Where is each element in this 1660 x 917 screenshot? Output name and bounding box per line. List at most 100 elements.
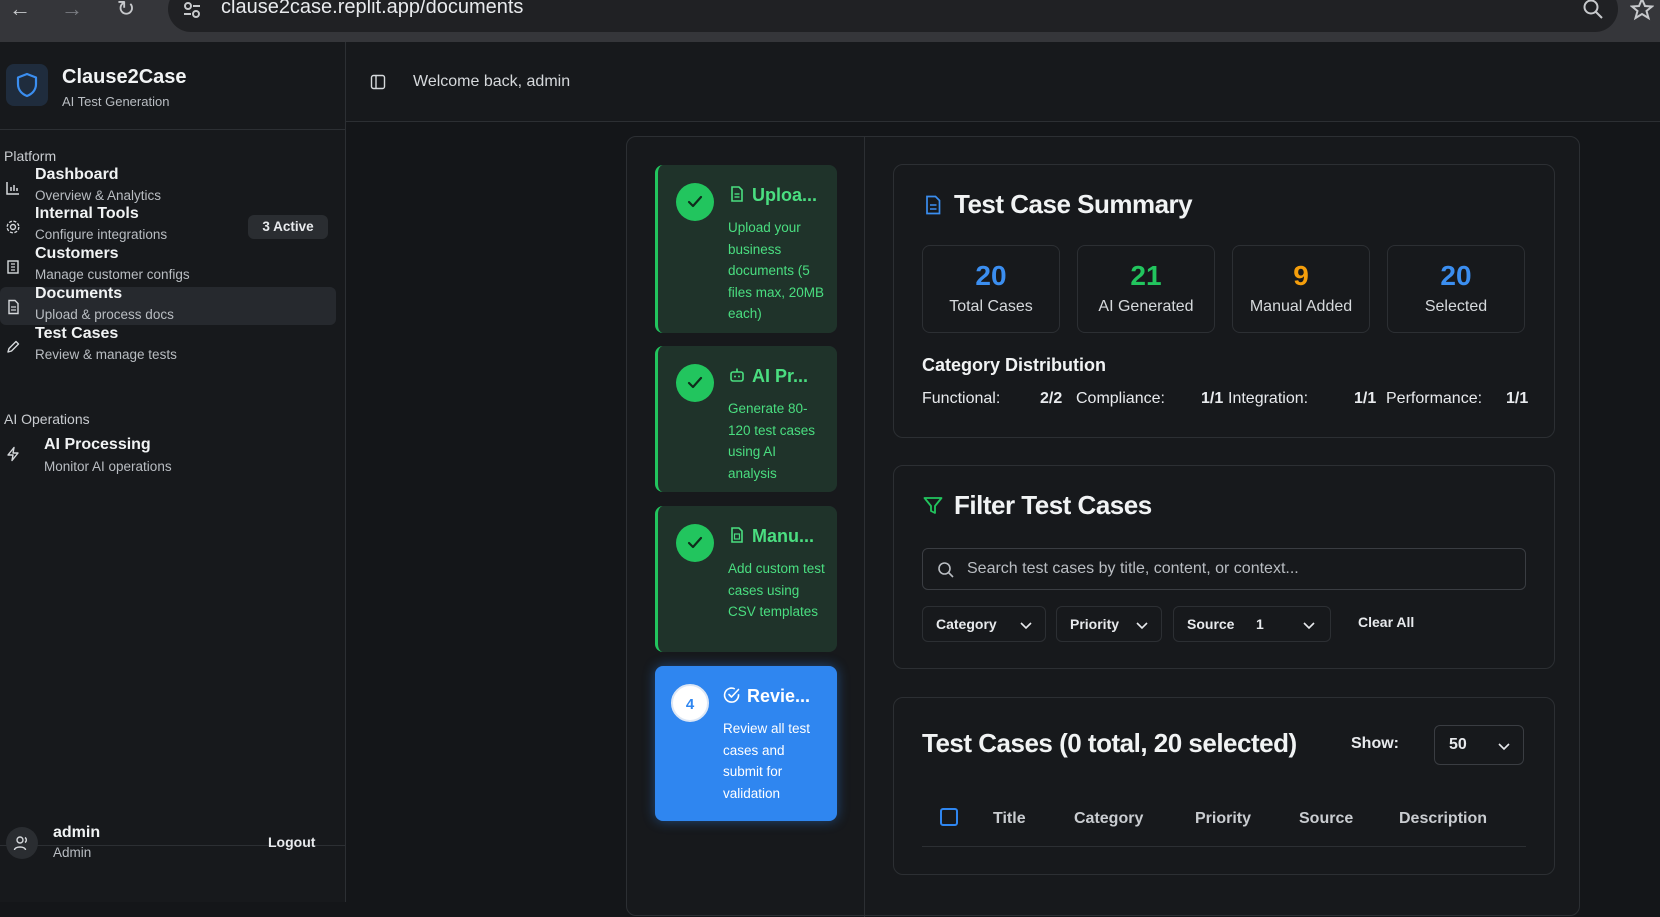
stat-selected: 20 Selected (1387, 245, 1525, 333)
users-icon (13, 836, 27, 851)
sidebar-item-desc: Manage customer configs (35, 267, 190, 282)
top-header: Welcome back, admin (346, 42, 1660, 122)
step-manual[interactable]: Manu... Add custom test cases using CSV … (655, 506, 837, 652)
divider (0, 129, 345, 130)
stat-value: 20 (1440, 260, 1472, 291)
sidebar: Clause2Case AI Test Generation Platform … (0, 42, 346, 902)
url-text[interactable]: clause2case.replit.app/documents (221, 0, 523, 19)
step-title: Revie... (723, 686, 810, 707)
step-description: Upload your business documents (5 files … (728, 220, 825, 321)
sidebar-item-title: Customers (35, 245, 119, 262)
sidebar-toggle-icon[interactable] (370, 74, 386, 90)
reload-icon[interactable]: ↻ (112, 0, 140, 22)
clear-all-button[interactable]: Clear All (1358, 614, 1414, 630)
gear-icon (6, 220, 20, 234)
source-dropdown[interactable]: Source 1 (1173, 606, 1331, 642)
user-role: Admin (53, 845, 92, 860)
section-label-platform: Platform (4, 148, 57, 164)
select-all-checkbox[interactable] (940, 808, 958, 826)
step-upload[interactable]: Uploa... Upload your business documents … (655, 165, 837, 333)
forward-arrow-icon[interactable]: → (58, 0, 86, 22)
back-arrow-icon[interactable]: ← (6, 0, 34, 22)
bot-icon (730, 368, 744, 382)
chevron-down-icon (1020, 622, 1032, 630)
dropdown-label: Category (936, 616, 997, 632)
section-label-ai-operations: AI Operations (4, 411, 90, 427)
check-circle-icon (723, 687, 740, 703)
card-title: Filter Test Cases (922, 490, 1152, 521)
steps-column: Uploa... Upload your business documents … (627, 137, 865, 917)
chevron-down-icon (1136, 622, 1148, 630)
step-description: Add custom test cases using CSV template… (728, 561, 825, 619)
user-name: admin (53, 824, 101, 841)
welcome-text: Welcome back, admin (413, 73, 571, 90)
column-header-description[interactable]: Description (1399, 810, 1487, 828)
sidebar-item-desc: Upload & process docs (35, 307, 174, 322)
step-number: 4 (671, 684, 709, 722)
bookmark-star-icon[interactable] (1630, 0, 1654, 21)
sidebar-item-title: AI Processing (44, 436, 151, 453)
step-title: Uploa... (728, 185, 817, 206)
step-title: AI Pr... (728, 366, 808, 387)
summary-title-text: Test Case Summary (954, 189, 1193, 219)
shield-icon (16, 72, 38, 98)
search-box[interactable] (922, 548, 1526, 590)
sidebar-item-customers[interactable]: Customers Manage customer configs (0, 245, 336, 285)
column-header-category[interactable]: Category (1074, 810, 1143, 828)
step-ai-processing[interactable]: AI Pr... Generate 80-120 test cases usin… (655, 346, 837, 492)
stat-label: Selected (1424, 298, 1488, 315)
stat-ai-generated: 21 AI Generated (1077, 245, 1215, 333)
pencil-icon (7, 340, 20, 353)
site-info-icon[interactable] (180, 0, 204, 22)
distribution-value: 1/1 (1506, 390, 1529, 407)
sidebar-item-title: Dashboard (35, 166, 119, 183)
sidebar-item-title: Documents (35, 285, 123, 302)
spreadsheet-icon (731, 527, 743, 543)
step-description: Review all test cases and submit for val… (723, 721, 811, 801)
filter-card: Filter Test Cases Category Priority Sour… (893, 465, 1555, 669)
table-header-divider (922, 846, 1526, 847)
sidebar-item-documents[interactable]: Documents Upload & process docs (0, 285, 336, 325)
distribution-label: Performance: (1386, 390, 1483, 407)
stat-manual-added: 9 Manual Added (1232, 245, 1370, 333)
sidebar-item-dashboard[interactable]: Dashboard Overview & Analytics (0, 166, 336, 206)
sidebar-item-ai-processing[interactable]: AI Processing Monitor AI operations (0, 428, 336, 474)
column-header-source[interactable]: Source (1299, 810, 1353, 828)
chevron-down-icon (1303, 622, 1315, 630)
stat-label: AI Generated (1098, 298, 1194, 315)
sidebar-item-title: Internal Tools (35, 205, 139, 222)
step-complete-indicator (676, 364, 714, 402)
bar-chart-icon (6, 182, 19, 195)
column-header-priority[interactable]: Priority (1195, 810, 1251, 828)
sidebar-item-desc: Monitor AI operations (44, 459, 172, 474)
table-title: Test Cases (0 total, 20 selected) (922, 728, 1297, 758)
step-complete-indicator (676, 524, 714, 562)
brand-title: Clause2Case (62, 66, 187, 88)
chevron-down-icon (1498, 743, 1510, 751)
column-header-title[interactable]: Title (993, 810, 1026, 828)
sidebar-item-desc: Overview & Analytics (35, 188, 162, 203)
stat-value: 20 (975, 260, 1007, 291)
sidebar-item-test-cases[interactable]: Test Cases Review & manage tests (0, 325, 336, 365)
checkmark-icon (687, 376, 703, 389)
page-size-select[interactable]: 50 (1434, 725, 1524, 765)
page-size-value: 50 (1449, 736, 1467, 753)
stat-label: Manual Added (1249, 298, 1353, 315)
step-complete-indicator (676, 183, 714, 221)
category-dropdown[interactable]: Category (922, 606, 1046, 642)
document-icon (731, 186, 743, 202)
sidebar-item-internal-tools[interactable]: Internal Tools Configure integrations 3 … (0, 205, 336, 245)
zoom-icon[interactable] (1582, 0, 1604, 20)
priority-dropdown[interactable]: Priority (1056, 606, 1162, 642)
step-title: Manu... (728, 526, 814, 547)
document-icon (926, 195, 941, 215)
stat-value: 9 (1293, 260, 1309, 291)
lightning-icon (7, 446, 19, 462)
category-distribution-title: Category Distribution (922, 355, 1107, 375)
sidebar-item-title: Test Cases (35, 325, 119, 342)
dropdown-label: Source (1187, 616, 1235, 632)
building-icon (7, 260, 19, 274)
step-review[interactable]: 4 Revie... Review all test cases and sub… (655, 666, 837, 821)
logout-button[interactable]: Logout (268, 834, 315, 850)
search-input[interactable] (967, 557, 1507, 581)
